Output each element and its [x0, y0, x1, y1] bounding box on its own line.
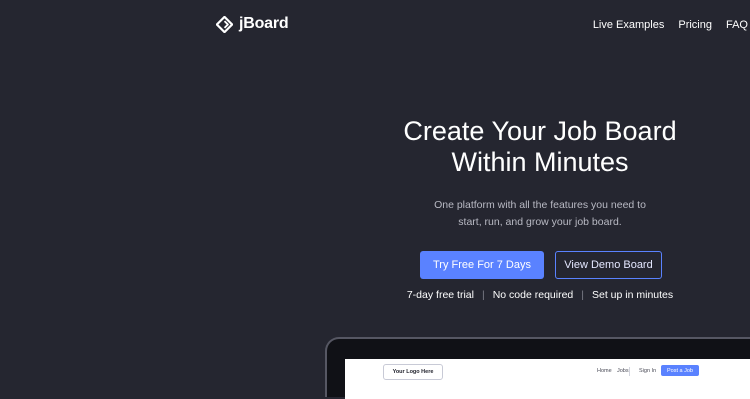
- hero-title-line-1: Create Your Job Board: [403, 116, 677, 146]
- nav-faq[interactable]: FAQ: [726, 19, 748, 31]
- feature-no-code: No code required: [492, 289, 574, 301]
- view-demo-button[interactable]: View Demo Board: [555, 251, 662, 279]
- hero-subtitle-line-2: start, run, and grow your job board.: [458, 216, 622, 228]
- nav-live-examples[interactable]: Live Examples: [593, 19, 665, 31]
- hero-subtitle-line-1: One platform with all the features you n…: [434, 199, 646, 211]
- nav-pricing[interactable]: Pricing: [678, 19, 712, 31]
- brand-logo[interactable]: jBoard: [216, 15, 289, 33]
- hero-title-line-2: Within Minutes: [451, 147, 629, 177]
- top-nav: Live Examples Pricing FAQ: [593, 19, 750, 31]
- preview-nav-divider: [629, 367, 630, 376]
- preview-nav-home: Home: [597, 368, 612, 374]
- preview-nav-sign-in: Sign In: [639, 368, 657, 374]
- feature-setup-minutes: Set up in minutes: [592, 289, 674, 301]
- feature-separator: |: [481, 289, 485, 301]
- try-free-button[interactable]: Try Free For 7 Days: [420, 251, 544, 279]
- brand-name: jBoard: [239, 15, 289, 32]
- preview-logo-placeholder: Your Logo Here: [383, 364, 443, 380]
- feature-free-trial: 7-day free trial: [406, 289, 474, 301]
- laptop-preview: Your Logo Here Home Jobs Sign In Post a …: [325, 337, 750, 399]
- preview-nav-jobs: Jobs: [617, 368, 629, 374]
- feature-separator: |: [581, 289, 584, 301]
- hero-title: Create Your Job Board Within Minutes: [390, 116, 690, 178]
- preview-screen: Your Logo Here Home Jobs Sign In Post a …: [345, 359, 750, 399]
- preview-post-job-button: Post a Job: [661, 365, 699, 376]
- hero-subtitle: One platform with all the features you n…: [390, 197, 690, 231]
- feature-list: 7-day free trial | No code required | Se…: [390, 289, 690, 301]
- jboard-logo-icon: [216, 15, 233, 33]
